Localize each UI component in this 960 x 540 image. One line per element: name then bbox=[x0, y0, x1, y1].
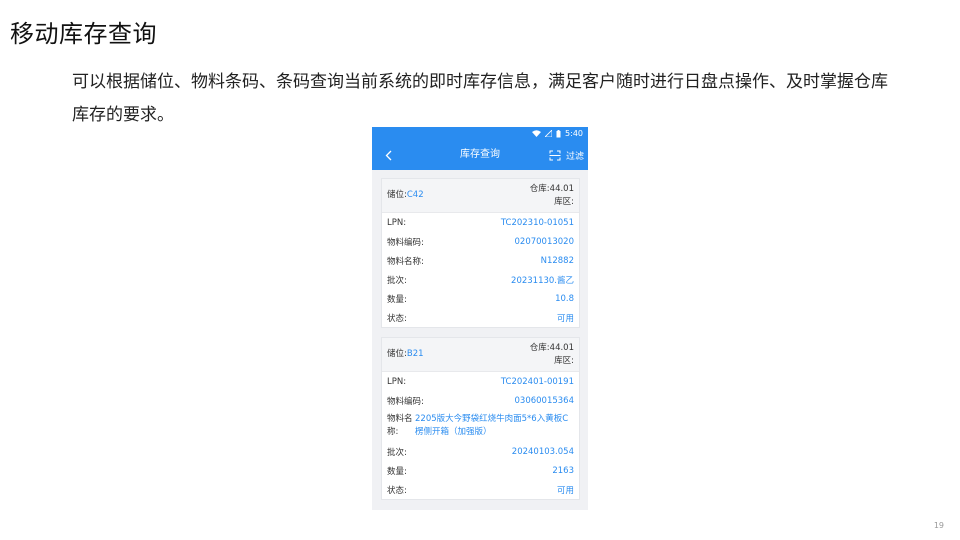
warehouse-info: 仓库:44.01 库区: bbox=[530, 342, 574, 368]
scan-icon bbox=[549, 150, 561, 160]
row-quantity: 数量: 10.8 bbox=[387, 293, 574, 305]
row-quantity: 数量: 2163 bbox=[387, 465, 574, 477]
slide-description: 可以根据储位、物料条码、条码查询当前系统的即时库存信息，满足客户随时进行日盘点操… bbox=[72, 72, 888, 125]
row-batch: 批次: 20231130.酱乙 bbox=[387, 275, 574, 286]
row-batch: 批次: 20240103.054 bbox=[387, 446, 574, 458]
row-status: 状态: 可用 bbox=[387, 485, 574, 496]
signal-icon bbox=[545, 130, 553, 137]
battery-icon bbox=[556, 129, 561, 137]
row-lpn: LPN: TC202401-00191 bbox=[387, 376, 574, 387]
back-button[interactable] bbox=[379, 145, 397, 165]
status-bar: 5:40 bbox=[372, 127, 588, 140]
row-material-name: 物料名称: N12882 bbox=[387, 255, 574, 267]
location-value: B21 bbox=[406, 349, 424, 359]
warehouse-info: 仓库:44.01 库区: bbox=[530, 183, 574, 209]
card-header: 储位:C42 仓库:44.01 库区: bbox=[382, 179, 579, 213]
row-lpn: LPN: TC202310-01051 bbox=[387, 217, 574, 228]
filter-label: 过滤 bbox=[565, 151, 584, 162]
zone: 库区: bbox=[554, 197, 574, 207]
card-header: 储位:B21 仓库:44.01 库区: bbox=[382, 338, 579, 372]
warehouse: 仓库:44.01 bbox=[529, 184, 574, 194]
inventory-card[interactable]: 储位:C42 仓库:44.01 库区: LPN: TC202310-01051 物… bbox=[381, 178, 580, 328]
inventory-list: 储位:C42 仓库:44.01 库区: LPN: TC202310-01051 物… bbox=[372, 170, 588, 500]
location: 储位:B21 bbox=[387, 349, 424, 359]
row-material-name: 物料名称: 2205版大今野袋红烧牛肉面5*6入黄板C楞侧开箱（加强版） bbox=[387, 414, 569, 437]
slide-title: 移动库存查询 bbox=[10, 20, 157, 48]
page-number: 19 bbox=[933, 521, 944, 530]
row-material-code: 物料编码: 02070013020 bbox=[387, 236, 574, 248]
app-header: 5:40 库存查询 过滤 bbox=[372, 127, 588, 170]
zone: 库区: bbox=[554, 356, 574, 366]
inventory-card[interactable]: 储位:B21 仓库:44.01 库区: LPN: TC202401-00191 物… bbox=[381, 337, 580, 500]
row-material-code: 物料编码: 03060015364 bbox=[387, 395, 574, 407]
filter-button[interactable]: 过滤 bbox=[549, 145, 584, 165]
nav-bar: 库存查询 过滤 bbox=[372, 140, 588, 170]
wifi-icon bbox=[532, 130, 542, 137]
chevron-left-icon bbox=[385, 150, 391, 160]
location-value: C42 bbox=[406, 190, 424, 200]
warehouse: 仓库:44.01 bbox=[529, 343, 574, 353]
row-status: 状态: 可用 bbox=[387, 313, 574, 324]
phone-screen: 5:40 库存查询 过滤 储位:C42 仓库:44.01 库区: LPN: TC… bbox=[372, 127, 588, 510]
location: 储位:C42 bbox=[387, 190, 424, 200]
status-time: 5:40 bbox=[565, 129, 583, 138]
